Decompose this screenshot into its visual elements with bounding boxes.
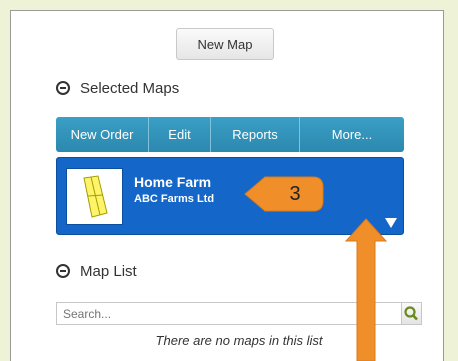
new-order-button[interactable]: New Order — [56, 117, 149, 152]
edit-button[interactable]: Edit — [149, 117, 211, 152]
field-shape-icon — [83, 175, 108, 218]
map-owner: ABC Farms Ltd — [134, 193, 215, 205]
search-button[interactable] — [402, 302, 422, 325]
collapse-icon[interactable] — [56, 264, 70, 278]
search-icon — [404, 306, 418, 321]
more-button[interactable]: More... — [300, 117, 404, 152]
pointer-arrow — [344, 218, 388, 361]
selected-maps-title: Selected Maps — [80, 79, 180, 97]
selected-maps-header[interactable]: Selected Maps — [56, 78, 179, 98]
new-map-button[interactable]: New Map — [176, 28, 274, 60]
map-title: Home Farm — [134, 174, 212, 190]
selected-maps-toolbar: New Order Edit Reports More... — [56, 117, 404, 152]
map-list-title: Map List — [80, 262, 137, 280]
map-thumbnail — [66, 168, 123, 225]
step-callout: 3 — [243, 174, 327, 214]
callout-number: 3 — [289, 182, 301, 205]
reports-button[interactable]: Reports — [211, 117, 300, 152]
map-list-header[interactable]: Map List — [56, 261, 137, 281]
collapse-icon[interactable] — [56, 81, 70, 95]
